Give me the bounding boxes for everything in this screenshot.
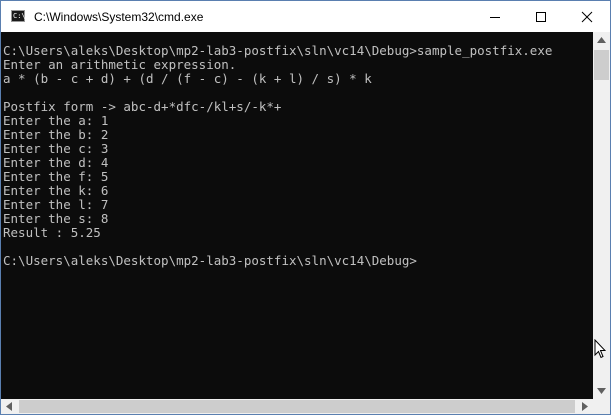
console-line: Enter the l: 7 [3, 197, 109, 212]
maximize-icon [536, 12, 546, 22]
console-line: Enter the f: 5 [3, 169, 109, 184]
console-output[interactable]: C:\Users\aleks\Desktop\mp2-lab3-postfix\… [1, 32, 593, 399]
scroll-right-arrow-icon[interactable] [582, 402, 588, 411]
mouse-cursor-icon [594, 339, 606, 359]
horizontal-scroll-thumb[interactable] [19, 400, 575, 413]
scroll-left-arrow-icon[interactable] [6, 402, 12, 411]
title-bar[interactable]: C:\ C:\Windows\System32\cmd.exe [1, 1, 610, 32]
console-line: a * (b - c + d) + (d / (f - c) - (k + l)… [3, 71, 372, 86]
console-line: Enter the c: 3 [3, 141, 109, 156]
minimize-icon [490, 17, 500, 18]
console-line: Result : 5.25 [3, 225, 101, 240]
cmd-icon[interactable]: C:\ [11, 10, 26, 22]
scroll-up-arrow-icon[interactable] [597, 37, 606, 43]
console-line: Enter the a: 1 [3, 113, 109, 128]
cmd-window: C:\ C:\Windows\System32\cmd.exe C:\Users… [0, 0, 611, 415]
maximize-button[interactable] [518, 1, 564, 32]
scroll-down-arrow-icon[interactable] [597, 388, 606, 394]
cmd-icon-glyph: C:\ [13, 12, 26, 20]
console-line: Enter the b: 2 [3, 127, 109, 142]
console-line: Enter the d: 4 [3, 155, 109, 170]
console-line: C:\Users\aleks\Desktop\mp2-lab3-postfix\… [3, 43, 553, 58]
close-button[interactable] [564, 1, 610, 32]
minimize-button[interactable] [472, 1, 518, 32]
close-icon [581, 11, 593, 23]
vertical-scroll-thumb[interactable] [594, 50, 609, 80]
console-line: Enter the s: 8 [3, 211, 109, 226]
scrollbar-corner [593, 399, 610, 414]
horizontal-scrollbar[interactable] [1, 399, 593, 414]
console-line: Postfix form -> abc-d+*dfc-/kl+s/-k*+ [3, 99, 282, 114]
console-line: Enter an arithmetic expression. [3, 57, 237, 72]
window-title: C:\Windows\System32\cmd.exe [34, 10, 204, 24]
console-line: Enter the k: 6 [3, 183, 109, 198]
console-line: C:\Users\aleks\Desktop\mp2-lab3-postfix\… [3, 253, 417, 268]
